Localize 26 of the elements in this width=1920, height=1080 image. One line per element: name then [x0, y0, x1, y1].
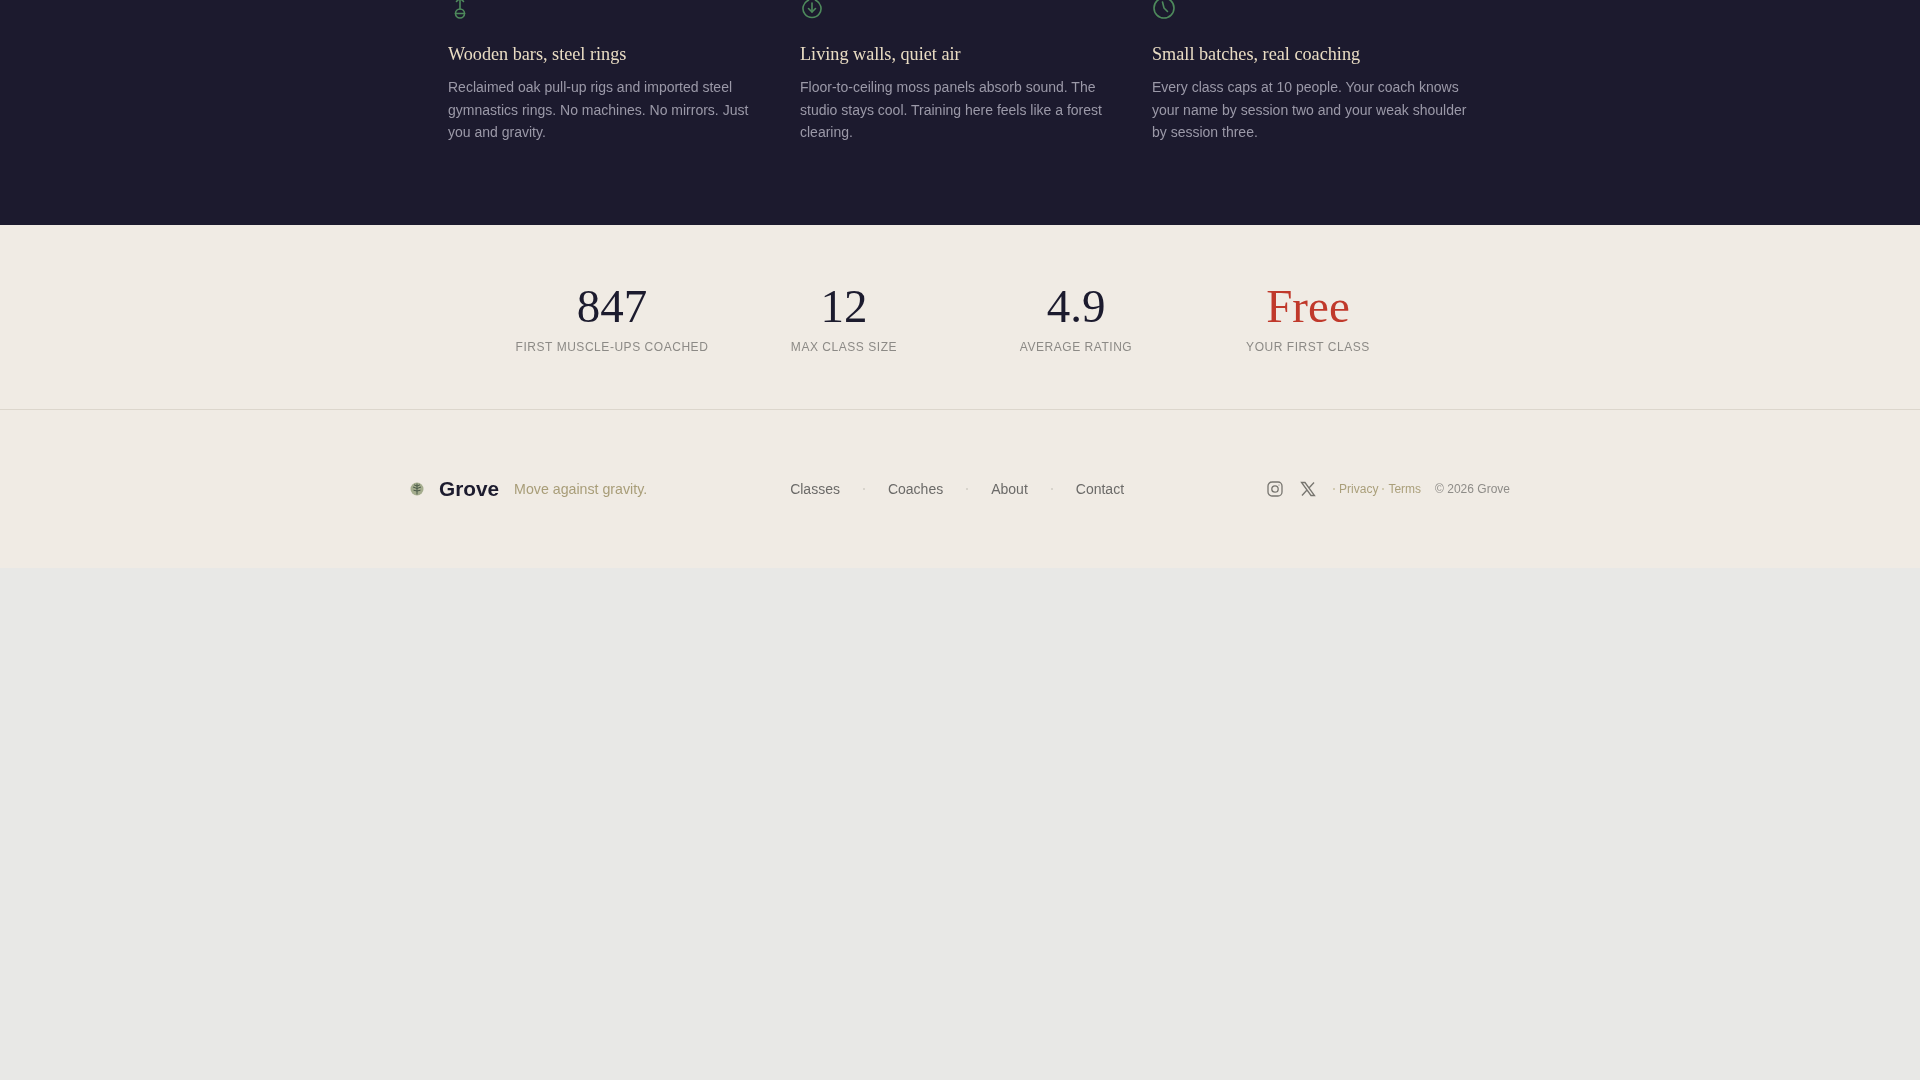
stat-value: 12 [820, 280, 868, 332]
feature-description: Every class caps at 10 people. Your coach knows your name by session two and your weak shoulder by session three. [1152, 78, 1468, 142]
feature-title: Small batches, real coaching [1152, 43, 1362, 66]
stat-label: FIRST MUSCLE-UPS COACHED [515, 339, 709, 355]
leaf-logo-icon [410, 481, 424, 496]
stat-label: YOUR FIRST CLASS [1246, 339, 1370, 355]
feature-description: Floor-to-ceiling moss panels absorb sound. The studio stays cool. Training here feels like a forest clearing. [800, 78, 1103, 142]
stat-label: AVERAGE RATING [1019, 339, 1133, 355]
footer-nav-link[interactable]: Contact [1075, 480, 1125, 497]
footer-nav-link[interactable]: Coaches [887, 480, 944, 497]
footer-nav-link[interactable]: Classes [790, 480, 840, 497]
circle-arrow-down-icon [800, 0, 824, 20]
brand-name: Grove [439, 476, 500, 501]
x-letter-icon[interactable] [1300, 480, 1317, 497]
camera-icon[interactable] [1267, 480, 1284, 497]
feature-title: Living walls, quiet air [800, 43, 962, 66]
footer-nav-link[interactable]: About [991, 480, 1028, 497]
stat-value: 847 [576, 280, 648, 332]
stat-label: MAX CLASS SIZE [790, 339, 898, 355]
stat-value: 4.9 [1046, 280, 1106, 332]
clock-icon [1152, 0, 1176, 20]
tagline: Move against gravity. [514, 480, 648, 497]
feature-description: Reclaimed oak pull-up rigs and imported steel gymnastics rings. No machines. No mirrors. Just you and gravity. [448, 78, 750, 142]
copyright-text: © 2026 Grove [1435, 481, 1510, 496]
feature-title: Wooden bars, steel rings [448, 43, 628, 66]
stat-value: Free [1266, 280, 1350, 332]
